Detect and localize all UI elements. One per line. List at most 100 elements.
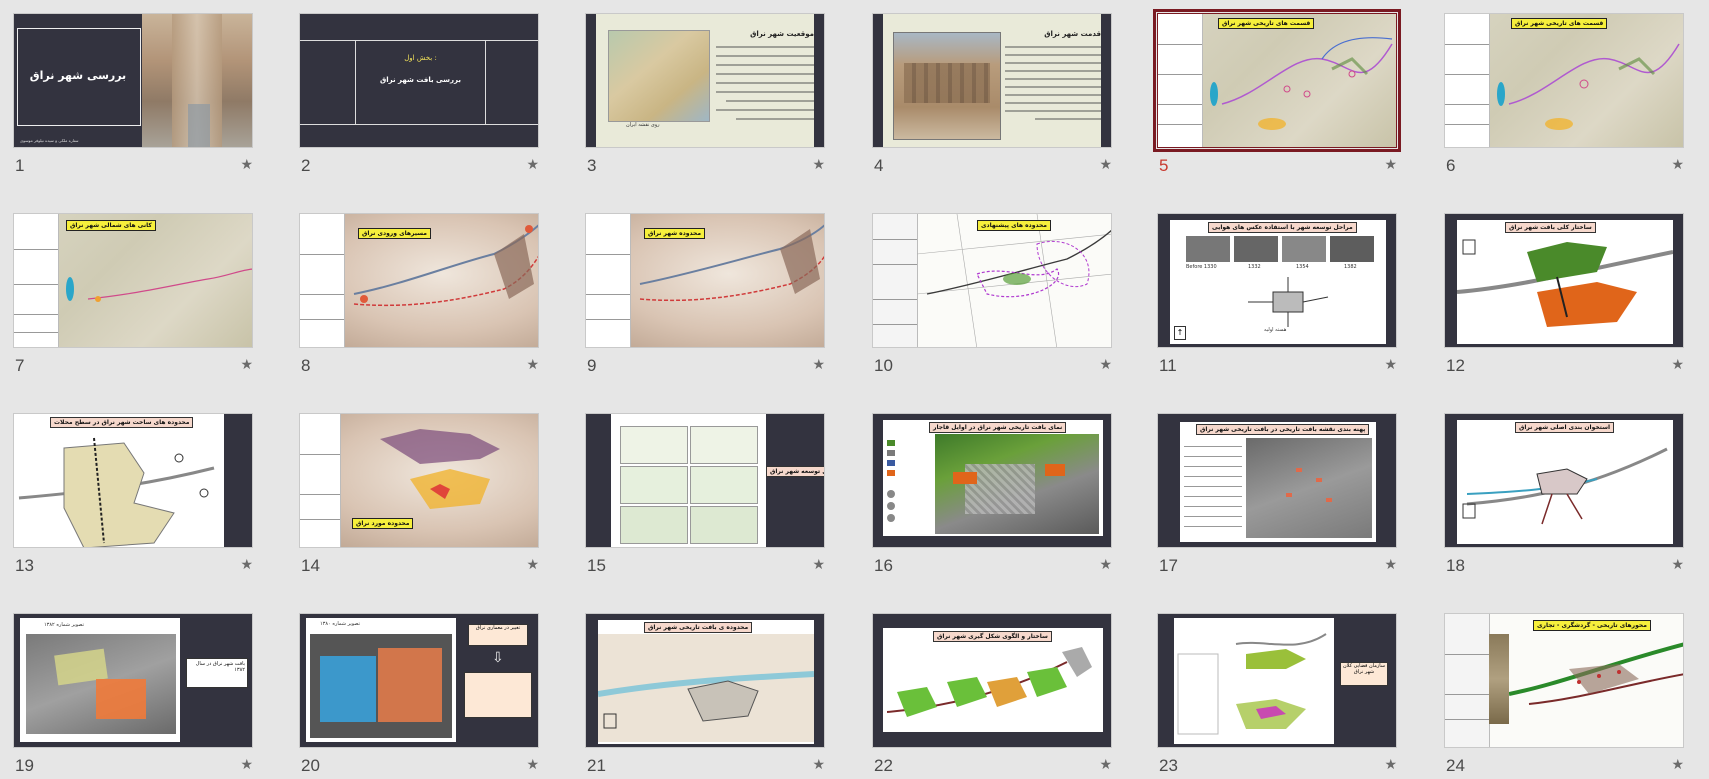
slide-thumbnail[interactable]: تصویر شماره ۱۳۸۲ بافت شهر نراق در سال ۱۳… xyxy=(13,613,253,748)
courtyard-photo xyxy=(893,32,1001,140)
historic-boundary-map xyxy=(598,634,814,742)
zoning-map xyxy=(917,214,1111,347)
slide-thumbnail[interactable]: ساختار و الگوی شکل گیری شهر نراق xyxy=(872,613,1112,748)
slide-thumbnail[interactable]: محدوده های پیشنهادی xyxy=(872,213,1112,348)
slide-thumbnail[interactable]: نمای بافت تاریخی شهر نراق در اوایل قاجار xyxy=(872,413,1112,548)
slide-number: 24 xyxy=(1446,756,1465,775)
aerial-photo xyxy=(1330,236,1374,262)
star-icon[interactable]: ★ xyxy=(526,357,539,373)
star-icon[interactable]: ★ xyxy=(812,157,825,173)
star-icon[interactable]: ★ xyxy=(240,357,253,373)
star-icon[interactable]: ★ xyxy=(1099,157,1112,173)
slide-thumbnail[interactable]: محدوده های ساخت شهر نراق در سطح محلات xyxy=(13,413,253,548)
slide-number: 2 xyxy=(301,156,311,175)
slide-number: 7 xyxy=(15,356,25,375)
aerial-map xyxy=(1246,438,1372,538)
star-icon[interactable]: ★ xyxy=(240,757,253,773)
stage-map xyxy=(620,426,688,464)
star-icon[interactable]: ★ xyxy=(240,157,253,173)
star-icon[interactable]: ★ xyxy=(1384,557,1397,573)
slide-number: 4 xyxy=(874,156,884,175)
star-icon[interactable]: ★ xyxy=(240,557,253,573)
slide-number: 9 xyxy=(587,356,597,375)
slide-thumbnail[interactable]: قسمت های تاریخی شهر نراق xyxy=(1444,13,1684,148)
slide-thumbnail[interactable]: محورهای تاریخی - گردشگری - تجاری xyxy=(1444,613,1684,748)
star-icon[interactable]: ★ xyxy=(1671,757,1684,773)
slide-number: 8 xyxy=(301,356,311,375)
star-icon[interactable]: ★ xyxy=(526,757,539,773)
neighborhood-map xyxy=(18,437,215,547)
slide-number: 15 xyxy=(587,556,606,575)
slide-thumbnail[interactable]: قسمت های تاریخی شهر نراق xyxy=(1153,9,1401,152)
slide-thumbnail[interactable]: محدوده ی بافت تاریخی شهر نراق xyxy=(585,613,825,748)
slide-number: 16 xyxy=(874,556,893,575)
slide-number: 14 xyxy=(301,556,320,575)
slide-thumbnail[interactable]: کانی های شمالی شهر نراق xyxy=(13,213,253,348)
slide-thumbnail[interactable]: قدمت شهر نراق xyxy=(872,13,1112,148)
skeleton-map xyxy=(1462,447,1668,525)
star-icon[interactable]: ★ xyxy=(1671,557,1684,573)
star-icon[interactable]: ★ xyxy=(1671,157,1684,173)
stage-map xyxy=(690,466,758,504)
slide-number: 1 xyxy=(15,156,25,175)
arrow-down-icon: ⇩ xyxy=(492,650,504,666)
slide-thumbnail[interactable]: سازمان فضایی کلان شهر نراق xyxy=(1157,613,1397,748)
slide-thumbnail[interactable]: روی نقشه ایران موقعیت شهر نراق xyxy=(585,13,825,148)
slide-number: 3 xyxy=(587,156,597,175)
slide-number: 19 xyxy=(15,756,34,775)
spatial-organization-map xyxy=(1177,633,1327,735)
slide-thumbnail[interactable]: ساختار کلی بافت شهر نراق xyxy=(1444,213,1684,348)
star-icon[interactable]: ★ xyxy=(1384,757,1397,773)
stage-map xyxy=(620,466,688,504)
slide-thumbnail[interactable]: بررسی شهر نراق ستاره ملکی و سیده نیلوفر … xyxy=(13,13,253,148)
star-icon[interactable]: ★ xyxy=(1671,357,1684,373)
slide-number: 5 xyxy=(1159,156,1169,175)
aerial-map xyxy=(310,634,452,738)
aerial-photo xyxy=(1234,236,1278,262)
slide-number: 13 xyxy=(15,556,34,575)
aerial-photo xyxy=(1282,236,1326,262)
stage-map xyxy=(690,426,758,464)
star-icon[interactable]: ★ xyxy=(526,157,539,173)
route-map xyxy=(1497,43,1680,130)
aerial-map xyxy=(26,634,176,734)
slide-number: 10 xyxy=(874,356,893,375)
slide-number: 20 xyxy=(301,756,320,775)
slide-number: 21 xyxy=(587,756,606,775)
star-icon[interactable]: ★ xyxy=(526,557,539,573)
slide-thumbnail[interactable]: استخوان بندی اصلی شهر نراق xyxy=(1444,413,1684,548)
star-icon[interactable]: ★ xyxy=(1099,557,1112,573)
city-structure-map xyxy=(1457,239,1673,327)
star-icon[interactable]: ★ xyxy=(1384,157,1397,173)
slide-thumbnail[interactable]: مسیرهای ورودی نراق xyxy=(299,213,539,348)
slide-thumbnail[interactable]: مراحل توسعه شهر نراق xyxy=(585,413,825,548)
structure-map xyxy=(887,647,1092,717)
star-icon[interactable]: ★ xyxy=(812,757,825,773)
slide-number: 18 xyxy=(1446,556,1465,575)
slide-number: 23 xyxy=(1159,756,1178,775)
route-map xyxy=(1210,37,1393,130)
stage-map xyxy=(690,506,758,544)
slide-title: بررسی شهر نراق xyxy=(29,69,127,82)
north-arrow-icon: ↑ xyxy=(1174,326,1186,340)
slide-thumbnail[interactable]: پهنه بندی نقشه بافت تاریخی در بافت تاریخ… xyxy=(1157,413,1397,548)
aerial-photo xyxy=(1186,236,1230,262)
star-icon[interactable]: ★ xyxy=(1099,357,1112,373)
historic-fabric-image xyxy=(935,434,1099,534)
iran-map-image xyxy=(608,30,710,122)
tourism-axis-map xyxy=(1509,642,1683,705)
slide-number: 17 xyxy=(1159,556,1178,575)
slide-number: 11 xyxy=(1159,356,1177,375)
slide-thumbnail[interactable]: محدوده مورد نراق xyxy=(299,413,539,548)
slide-thumbnail[interactable]: مراحل توسعه شهر با استفاده عکس های هوایی… xyxy=(1157,213,1397,348)
slide-thumbnail[interactable]: تصویر شماره ۱۳۸۰ تغییر در معماری نراق ⇩ xyxy=(299,613,539,748)
star-icon[interactable]: ★ xyxy=(812,557,825,573)
slide-thumbnail[interactable]: محدوده شهر نراق xyxy=(585,213,825,348)
route-map xyxy=(66,268,252,302)
slide-thumbnail[interactable]: بخش اول : بررسی بافت شهر نراق xyxy=(299,13,539,148)
photo-strip xyxy=(1489,634,1509,724)
star-icon[interactable]: ★ xyxy=(1099,757,1112,773)
star-icon[interactable]: ★ xyxy=(812,357,825,373)
star-icon[interactable]: ★ xyxy=(1384,357,1397,373)
photo-alley xyxy=(142,14,252,147)
